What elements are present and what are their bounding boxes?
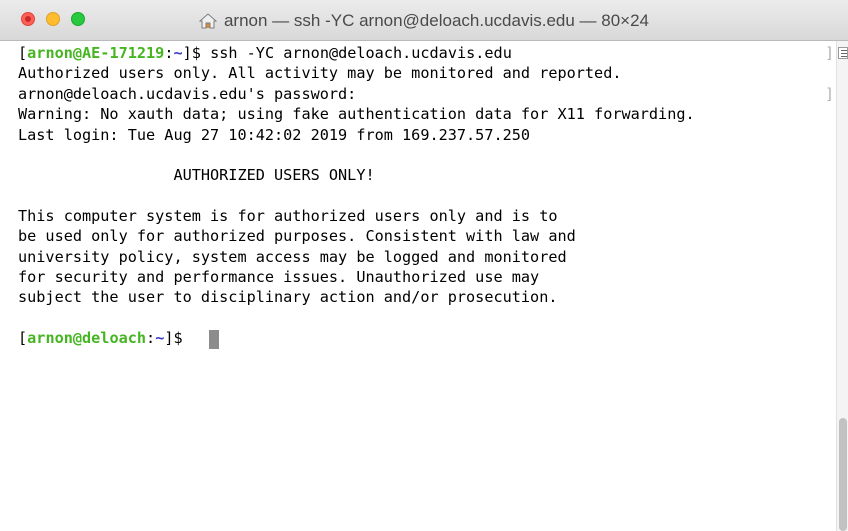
mark-bracket-icon: ] — [825, 44, 835, 62]
terminal-line-5: Last login: Tue Aug 27 10:42:02 2019 fro… — [18, 126, 531, 144]
mark-bracket-icon: ] — [825, 85, 835, 103]
text-cursor — [209, 330, 219, 349]
terminal-line-11: university policy, system access may be … — [18, 248, 567, 266]
terminal-line-3: arnon@deloach.ucdavis.edu's password: — [18, 85, 357, 103]
title-bar[interactable]: arnon — ssh -YC arnon@deloach.ucdavis.ed… — [0, 0, 848, 41]
terminal-prompt-line: [arnon@deloach:~]$ — [18, 329, 183, 347]
prompt-path: ~ — [173, 44, 183, 62]
prompt-symbol: $ — [173, 329, 183, 347]
terminal-line-4: Warning: No xauth data; using fake authe… — [18, 105, 695, 123]
prompt-symbol: $ — [191, 44, 201, 62]
terminal-content[interactable]: [arnon@AE-171219:~]$ ssh -YC arnon@deloa… — [0, 41, 836, 531]
window-title: arnon — ssh -YC arnon@deloach.ucdavis.ed… — [223, 10, 650, 30]
typed-command: ssh -YC arnon@deloach.ucdavis.edu — [210, 44, 512, 62]
terminal-line-10: be used only for authorized purposes. Co… — [18, 227, 576, 245]
terminal-line-13: subject the user to disciplinary action … — [18, 288, 558, 306]
terminal-line-12: for security and performance issues. Una… — [18, 268, 540, 286]
prompt-path: ~ — [155, 329, 165, 347]
terminal-line-7: AUTHORIZED USERS ONLY! — [18, 166, 375, 184]
prompt-user-host: arnon@AE-171219 — [27, 44, 165, 62]
home-icon — [198, 12, 218, 29]
scrollbar-thumb[interactable] — [839, 418, 847, 531]
terminal-line-2: Authorized users only. All activity may … — [18, 64, 622, 82]
prompt-user-host: arnon@deloach — [27, 329, 147, 347]
terminal-line-1: [arnon@AE-171219:~]$ ssh -YC arnon@deloa… — [18, 44, 512, 62]
sidebar-toggle-icon[interactable] — [838, 47, 848, 59]
terminal-line-9: This computer system is for authorized u… — [18, 207, 558, 225]
terminal-window: arnon — ssh -YC arnon@deloach.ucdavis.ed… — [0, 0, 848, 531]
window-title-container: arnon — ssh -YC arnon@deloach.ucdavis.ed… — [0, 0, 848, 41]
prompt-colon: : — [146, 329, 156, 347]
